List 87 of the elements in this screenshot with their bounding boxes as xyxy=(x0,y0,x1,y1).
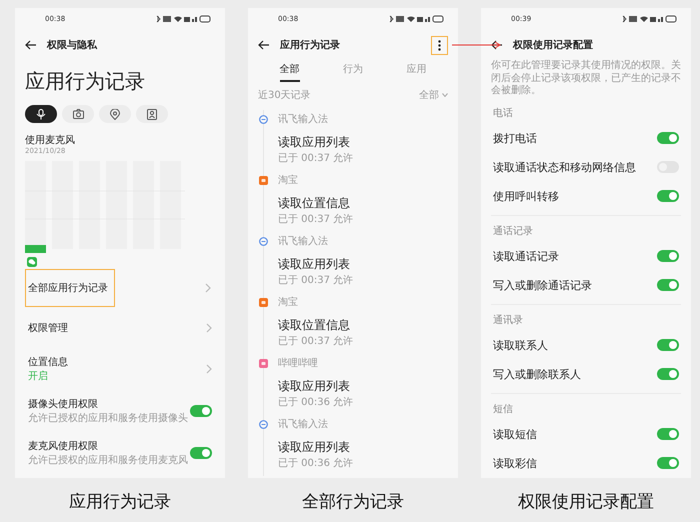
toggle-switch[interactable] xyxy=(190,405,212,417)
toggle-switch[interactable] xyxy=(657,190,679,202)
tab[interactable]: 全部 xyxy=(280,60,300,82)
record-action: 读取应用列表 xyxy=(278,256,351,273)
section-header: 电话 xyxy=(492,106,514,120)
back-title: 权限与隐私 xyxy=(47,38,97,52)
caption: 应用行为记录 xyxy=(68,491,172,513)
app-name: 讯飞输入法 xyxy=(278,112,328,126)
description-text: 你可在此管理要记录其使用情况的权限。关闭后会停止记录该项权限，已产生的记录不会被删除。 xyxy=(491,60,681,98)
toggle-switch[interactable] xyxy=(190,447,212,459)
back-icon[interactable] xyxy=(491,40,503,50)
menu-subtitle: 允许已授权的应用和服务使用摄像头 xyxy=(28,412,188,425)
back-icon[interactable] xyxy=(25,40,37,50)
toggle-switch[interactable] xyxy=(657,279,679,291)
permission-tab[interactable] xyxy=(136,105,168,123)
screen-title: 权限使用记录配置 xyxy=(513,38,593,52)
toggle-switch[interactable] xyxy=(657,457,679,469)
section-header: 短信 xyxy=(492,402,514,416)
menu-label: 权限管理 xyxy=(28,322,68,335)
menu-item[interactable]: 权限管理 xyxy=(25,309,215,347)
permission-tab[interactable] xyxy=(62,105,94,123)
permission-label: 读取通话记录 xyxy=(493,248,559,264)
menu-subtitle: 允许已授权的应用和服务使用麦克风 xyxy=(28,454,188,467)
caption: 权限使用记录配置 xyxy=(517,491,655,513)
microphone-icon xyxy=(36,108,46,120)
app-name: 淘宝 xyxy=(278,296,298,309)
permission-label: 读取彩信 xyxy=(493,456,537,470)
permission-label: 使用呼叫转移 xyxy=(493,188,559,204)
status-icons xyxy=(155,15,211,23)
permission-label: 写入或删除联系人 xyxy=(493,366,581,382)
permission-label: 读取通话状态和移动网络信息 xyxy=(493,160,636,174)
chevron-icon xyxy=(205,283,211,293)
toggle-switch[interactable] xyxy=(657,132,679,144)
more-icon xyxy=(438,40,441,50)
menu-item[interactable]: 摄像头使用权限 允许已授权的应用和服务使用摄像头 xyxy=(25,391,215,431)
location-pin-icon xyxy=(110,108,120,120)
usage-bar xyxy=(25,245,46,253)
more-menu-button[interactable] xyxy=(431,36,448,54)
record-time: 已于 00:37 允许 xyxy=(278,274,354,287)
record-action: 读取应用列表 xyxy=(278,439,351,456)
camera-icon xyxy=(72,109,84,119)
record-action: 读取位置信息 xyxy=(278,317,351,334)
permission-tab[interactable] xyxy=(99,105,131,123)
permission-label: 读取联系人 xyxy=(493,338,548,352)
menu-subtitle: 开启 xyxy=(28,370,49,383)
toggle-switch[interactable] xyxy=(657,250,679,262)
permission-label: 写入或删除通话记录 xyxy=(493,278,592,292)
permission-label: 拨打电话 xyxy=(493,130,537,146)
app-name: 讯飞输入法 xyxy=(278,418,328,431)
chevron-icon xyxy=(206,364,212,374)
record-time: 已于 00:37 允许 xyxy=(278,152,354,165)
annotation-arrow xyxy=(452,41,502,49)
menu-item[interactable]: 位置信息 开启 xyxy=(25,349,215,389)
menu-label: 位置信息 xyxy=(28,356,68,369)
menu-item[interactable]: 麦克风使用权限 允许已授权的应用和服务使用麦克风 xyxy=(25,433,215,473)
app-name: 哔哩哔哩 xyxy=(278,356,318,370)
menu-label: 麦克风使用权限 xyxy=(28,440,99,453)
toggle-switch[interactable] xyxy=(657,339,679,351)
menu-label: 摄像头使用权限 xyxy=(28,398,99,411)
section-header: 通话记录 xyxy=(492,224,534,238)
toggle-switch[interactable] xyxy=(657,368,679,380)
record-time: 已于 00:37 允许 xyxy=(278,334,354,348)
usage-title: 使用麦克风 xyxy=(25,134,76,147)
record-time: 已于 00:36 允许 xyxy=(278,396,354,409)
app-name: 讯飞输入法 xyxy=(278,234,328,248)
page-heading: 应用行为记录 xyxy=(25,68,146,95)
status-icons xyxy=(388,15,444,23)
permission-tab[interactable] xyxy=(25,105,57,123)
toggle-switch[interactable] xyxy=(657,428,679,440)
record-action: 读取位置信息 xyxy=(278,195,351,212)
chat-app-icon xyxy=(27,257,37,267)
range-label: 近30天记录 xyxy=(258,88,311,102)
contact-card-icon xyxy=(147,108,157,120)
screen-title: 应用行为记录 xyxy=(280,38,340,52)
record-time: 已于 00:37 允许 xyxy=(278,212,354,226)
status-icons xyxy=(621,15,677,23)
app-name: 淘宝 xyxy=(278,174,298,187)
caret-icon xyxy=(442,93,448,97)
permission-label: 读取短信 xyxy=(493,426,537,442)
section-header: 通讯录 xyxy=(492,314,524,328)
record-time: 已于 00:36 允许 xyxy=(278,456,354,470)
caption: 全部行为记录 xyxy=(301,491,405,513)
record-action: 读取应用列表 xyxy=(278,378,351,395)
record-action: 读取应用列表 xyxy=(278,134,351,151)
menu-label: 全部应用行为记录 xyxy=(28,282,108,295)
back-icon[interactable] xyxy=(258,40,270,50)
chevron-icon xyxy=(206,323,212,333)
